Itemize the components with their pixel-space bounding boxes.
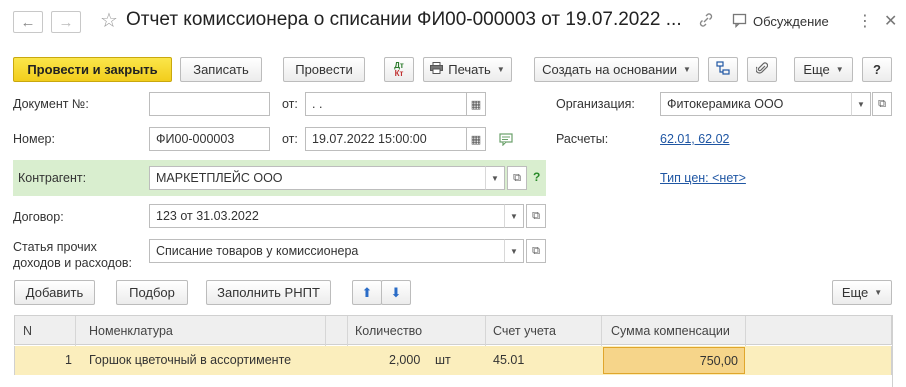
article-label: Статья прочих доходов и расходов:	[13, 239, 132, 271]
date-label: от:	[282, 132, 298, 146]
org-label: Организация:	[556, 97, 635, 111]
pick-button[interactable]: Подбор	[116, 280, 188, 305]
counterparty-field[interactable]: МАРКЕТПЛЕЙС ООО	[149, 166, 486, 190]
window-title: Отчет комиссионера о списании ФИ00-00000…	[126, 9, 682, 30]
structure-button[interactable]	[708, 57, 738, 82]
contract-field[interactable]: 123 от 31.03.2022	[149, 204, 505, 228]
row-sum: 750,00	[699, 354, 738, 368]
fill-rnpt-button[interactable]: Заполнить РНПТ	[206, 280, 331, 305]
chevron-down-icon: ▼	[496, 65, 505, 74]
contract-open-button[interactable]: ⧉	[526, 204, 546, 228]
org-field[interactable]: Фитокерамика ООО	[660, 92, 852, 116]
move-down-button[interactable]: ⬇	[381, 280, 411, 305]
create-based-on-label: Создать на основании	[542, 62, 677, 77]
forward-button[interactable]: →	[51, 11, 81, 33]
back-button[interactable]: ←	[13, 11, 43, 33]
table-row[interactable]: 1 Горшок цветочный в ассортименте 2,000 …	[14, 346, 892, 375]
print-button[interactable]: Печать ▼	[423, 57, 512, 82]
arrow-left-icon: ←	[20, 13, 36, 31]
calendar-icon: ▦	[470, 133, 482, 146]
counterparty-open-button[interactable]: ⧉	[507, 166, 527, 190]
column-header-sum[interactable]: Сумма компенсации	[611, 324, 730, 338]
number-label: Номер:	[13, 132, 55, 146]
paperclip-icon	[755, 61, 769, 78]
arrow-right-icon: →	[58, 13, 74, 31]
doc-number-field[interactable]	[149, 92, 270, 116]
kebab-menu-icon[interactable]: ⋮	[857, 11, 873, 31]
column-header-account[interactable]: Счет учета	[493, 324, 556, 338]
open-icon: ⧉	[532, 209, 540, 222]
column-header-item[interactable]: Номенклатура	[89, 324, 173, 338]
dt-kt-icon: Дт Кт	[394, 60, 404, 78]
settlements-link[interactable]: 62.01, 62.02	[660, 132, 730, 146]
column-header-qty[interactable]: Количество	[355, 324, 422, 338]
more-label: Еще	[803, 62, 830, 77]
row-qty[interactable]: 2,000	[389, 353, 420, 367]
number-field[interactable]: ФИ00-000003	[149, 127, 270, 151]
arrow-down-icon: ⬇	[390, 284, 402, 300]
arrow-up-icon: ⬆	[361, 284, 373, 300]
create-based-on-button[interactable]: Создать на основании ▼	[534, 57, 699, 82]
open-icon: ⧉	[878, 97, 886, 110]
table-more-label: Еще	[841, 285, 869, 300]
calendar-button[interactable]: ▦	[466, 92, 486, 116]
counterparty-help-icon[interactable]: ?	[533, 170, 540, 184]
open-icon: ⧉	[513, 171, 521, 184]
article-label-line2: доходов и расходов:	[13, 256, 133, 270]
help-button[interactable]: ?	[862, 57, 892, 82]
row-item[interactable]: Горшок цветочный в ассортименте	[89, 353, 291, 367]
post-button[interactable]: Провести	[283, 57, 365, 82]
row-account[interactable]: 45.01	[493, 353, 524, 367]
link-icon[interactable]	[698, 12, 714, 31]
article-open-button[interactable]: ⧉	[526, 239, 546, 263]
org-open-button[interactable]: ⧉	[872, 92, 892, 116]
chevron-down-icon: ▼	[510, 211, 518, 221]
settlements-label: Расчеты:	[556, 132, 609, 146]
calendar-button[interactable]: ▦	[466, 127, 486, 151]
contract-dropdown-button[interactable]: ▼	[504, 204, 524, 228]
chat-icon[interactable]	[732, 13, 748, 31]
row-number: 1	[65, 353, 72, 367]
chevron-down-icon: ▼	[491, 173, 499, 183]
calendar-icon: ▦	[470, 98, 482, 111]
save-button[interactable]: Записать	[180, 57, 262, 82]
open-icon: ⧉	[532, 244, 540, 257]
article-dropdown-button[interactable]: ▼	[504, 239, 524, 263]
row-unit[interactable]: шт	[435, 353, 451, 367]
article-label-line1: Статья прочих	[13, 240, 97, 254]
attach-button[interactable]	[747, 57, 777, 82]
contract-label: Договор:	[13, 210, 64, 224]
table-header: N Номенклатура Количество Счет учета Сум…	[14, 315, 892, 346]
counterparty-label: Контрагент:	[18, 171, 87, 185]
chevron-down-icon: ▼	[510, 246, 518, 256]
structure-icon	[716, 61, 730, 78]
close-icon[interactable]: ✕	[884, 11, 897, 31]
counterparty-dropdown-button[interactable]: ▼	[485, 166, 505, 190]
chevron-down-icon: ▼	[835, 65, 844, 74]
table-more-button[interactable]: Еще ▼	[832, 280, 892, 305]
move-up-button[interactable]: ⬆	[352, 280, 382, 305]
star-icon[interactable]: ☆	[100, 8, 118, 33]
more-button[interactable]: Еще ▼	[794, 57, 853, 82]
article-field[interactable]: Списание товаров у комиссионера	[149, 239, 505, 263]
comment-icon[interactable]	[499, 133, 515, 149]
discussion-link[interactable]: Обсуждение	[753, 14, 829, 29]
chevron-down-icon: ▼	[682, 65, 691, 74]
row-sum-cell[interactable]: 750,00	[603, 347, 745, 374]
chevron-down-icon: ▼	[874, 288, 883, 297]
org-dropdown-button[interactable]: ▼	[851, 92, 871, 116]
print-label: Печать	[448, 62, 491, 77]
date-field[interactable]: 19.07.2022 15:00:00	[305, 127, 468, 151]
chevron-down-icon: ▼	[857, 99, 865, 109]
add-button[interactable]: Добавить	[14, 280, 95, 305]
price-type-link[interactable]: Тип цен: <нет>	[660, 171, 746, 185]
post-and-close-button[interactable]: Провести и закрыть	[13, 57, 172, 82]
column-header-n[interactable]: N	[23, 324, 32, 338]
printer-icon	[430, 62, 444, 77]
doc-date-label: от:	[282, 97, 298, 111]
doc-number-label: Документ №:	[13, 97, 89, 111]
doc-date-field[interactable]: . .	[305, 92, 468, 116]
dt-kt-button[interactable]: Дт Кт	[384, 57, 414, 82]
table-scrollbar[interactable]	[892, 315, 893, 387]
